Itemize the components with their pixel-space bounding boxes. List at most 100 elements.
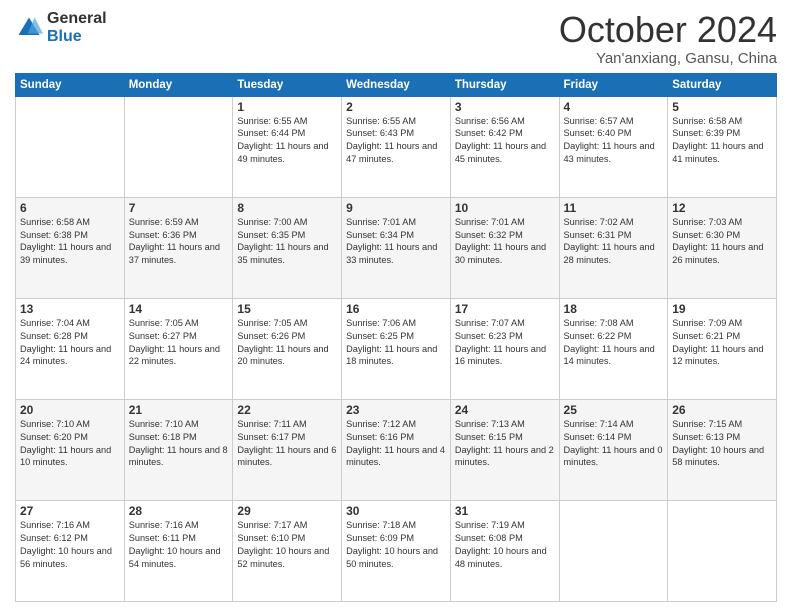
title-month: October 2024 <box>559 10 777 50</box>
col-thursday: Thursday <box>450 73 559 96</box>
table-row: 23Sunrise: 7:12 AM Sunset: 6:16 PM Dayli… <box>342 399 451 500</box>
table-row: 27Sunrise: 7:16 AM Sunset: 6:12 PM Dayli… <box>16 500 125 601</box>
day-number: 31 <box>455 504 555 518</box>
day-info: Sunrise: 6:59 AM Sunset: 6:36 PM Dayligh… <box>129 216 229 268</box>
day-number: 24 <box>455 403 555 417</box>
day-info: Sunrise: 7:11 AM Sunset: 6:17 PM Dayligh… <box>237 418 337 470</box>
day-number: 2 <box>346 100 446 114</box>
day-number: 23 <box>346 403 446 417</box>
col-tuesday: Tuesday <box>233 73 342 96</box>
table-row: 19Sunrise: 7:09 AM Sunset: 6:21 PM Dayli… <box>668 298 777 399</box>
day-info: Sunrise: 6:55 AM Sunset: 6:44 PM Dayligh… <box>237 115 337 167</box>
day-info: Sunrise: 7:12 AM Sunset: 6:16 PM Dayligh… <box>346 418 446 470</box>
table-row: 3Sunrise: 6:56 AM Sunset: 6:42 PM Daylig… <box>450 96 559 197</box>
col-wednesday: Wednesday <box>342 73 451 96</box>
table-row: 14Sunrise: 7:05 AM Sunset: 6:27 PM Dayli… <box>124 298 233 399</box>
logo-general-text: General <box>47 10 107 28</box>
table-row: 8Sunrise: 7:00 AM Sunset: 6:35 PM Daylig… <box>233 197 342 298</box>
day-info: Sunrise: 7:09 AM Sunset: 6:21 PM Dayligh… <box>672 317 772 369</box>
day-number: 22 <box>237 403 337 417</box>
day-number: 20 <box>20 403 120 417</box>
day-info: Sunrise: 7:16 AM Sunset: 6:12 PM Dayligh… <box>20 519 120 571</box>
table-row: 28Sunrise: 7:16 AM Sunset: 6:11 PM Dayli… <box>124 500 233 601</box>
table-row: 9Sunrise: 7:01 AM Sunset: 6:34 PM Daylig… <box>342 197 451 298</box>
calendar-week-2: 6Sunrise: 6:58 AM Sunset: 6:38 PM Daylig… <box>16 197 777 298</box>
day-info: Sunrise: 6:55 AM Sunset: 6:43 PM Dayligh… <box>346 115 446 167</box>
table-row <box>668 500 777 601</box>
table-row: 30Sunrise: 7:18 AM Sunset: 6:09 PM Dayli… <box>342 500 451 601</box>
day-number: 26 <box>672 403 772 417</box>
day-info: Sunrise: 7:03 AM Sunset: 6:30 PM Dayligh… <box>672 216 772 268</box>
day-info: Sunrise: 7:18 AM Sunset: 6:09 PM Dayligh… <box>346 519 446 571</box>
day-info: Sunrise: 7:01 AM Sunset: 6:34 PM Dayligh… <box>346 216 446 268</box>
table-row <box>16 96 125 197</box>
logo: General Blue <box>15 10 107 45</box>
day-info: Sunrise: 7:06 AM Sunset: 6:25 PM Dayligh… <box>346 317 446 369</box>
table-row: 16Sunrise: 7:06 AM Sunset: 6:25 PM Dayli… <box>342 298 451 399</box>
table-row: 18Sunrise: 7:08 AM Sunset: 6:22 PM Dayli… <box>559 298 668 399</box>
day-info: Sunrise: 7:10 AM Sunset: 6:18 PM Dayligh… <box>129 418 229 470</box>
page: General Blue October 2024 Yan'anxiang, G… <box>0 0 792 612</box>
day-info: Sunrise: 6:58 AM Sunset: 6:39 PM Dayligh… <box>672 115 772 167</box>
day-number: 6 <box>20 201 120 215</box>
logo-blue-text: Blue <box>47 28 107 46</box>
calendar-week-3: 13Sunrise: 7:04 AM Sunset: 6:28 PM Dayli… <box>16 298 777 399</box>
day-number: 3 <box>455 100 555 114</box>
calendar-table: Sunday Monday Tuesday Wednesday Thursday… <box>15 73 777 602</box>
table-row: 25Sunrise: 7:14 AM Sunset: 6:14 PM Dayli… <box>559 399 668 500</box>
calendar-week-4: 20Sunrise: 7:10 AM Sunset: 6:20 PM Dayli… <box>16 399 777 500</box>
day-info: Sunrise: 7:05 AM Sunset: 6:26 PM Dayligh… <box>237 317 337 369</box>
day-number: 19 <box>672 302 772 316</box>
day-info: Sunrise: 6:56 AM Sunset: 6:42 PM Dayligh… <box>455 115 555 167</box>
logo-icon <box>15 14 43 42</box>
table-row: 24Sunrise: 7:13 AM Sunset: 6:15 PM Dayli… <box>450 399 559 500</box>
table-row: 21Sunrise: 7:10 AM Sunset: 6:18 PM Dayli… <box>124 399 233 500</box>
calendar-week-5: 27Sunrise: 7:16 AM Sunset: 6:12 PM Dayli… <box>16 500 777 601</box>
table-row <box>559 500 668 601</box>
day-number: 18 <box>564 302 664 316</box>
title-location: Yan'anxiang, Gansu, China <box>559 50 777 67</box>
day-info: Sunrise: 6:57 AM Sunset: 6:40 PM Dayligh… <box>564 115 664 167</box>
logo-text: General Blue <box>47 10 107 45</box>
day-info: Sunrise: 7:07 AM Sunset: 6:23 PM Dayligh… <box>455 317 555 369</box>
calendar-week-1: 1Sunrise: 6:55 AM Sunset: 6:44 PM Daylig… <box>16 96 777 197</box>
day-number: 28 <box>129 504 229 518</box>
day-info: Sunrise: 7:17 AM Sunset: 6:10 PM Dayligh… <box>237 519 337 571</box>
day-info: Sunrise: 7:19 AM Sunset: 6:08 PM Dayligh… <box>455 519 555 571</box>
day-info: Sunrise: 7:05 AM Sunset: 6:27 PM Dayligh… <box>129 317 229 369</box>
table-row: 6Sunrise: 6:58 AM Sunset: 6:38 PM Daylig… <box>16 197 125 298</box>
col-friday: Friday <box>559 73 668 96</box>
table-row: 5Sunrise: 6:58 AM Sunset: 6:39 PM Daylig… <box>668 96 777 197</box>
table-row: 10Sunrise: 7:01 AM Sunset: 6:32 PM Dayli… <box>450 197 559 298</box>
day-info: Sunrise: 6:58 AM Sunset: 6:38 PM Dayligh… <box>20 216 120 268</box>
day-info: Sunrise: 7:08 AM Sunset: 6:22 PM Dayligh… <box>564 317 664 369</box>
day-info: Sunrise: 7:15 AM Sunset: 6:13 PM Dayligh… <box>672 418 772 470</box>
day-number: 16 <box>346 302 446 316</box>
table-row: 1Sunrise: 6:55 AM Sunset: 6:44 PM Daylig… <box>233 96 342 197</box>
day-info: Sunrise: 7:02 AM Sunset: 6:31 PM Dayligh… <box>564 216 664 268</box>
day-number: 12 <box>672 201 772 215</box>
day-number: 4 <box>564 100 664 114</box>
day-number: 14 <box>129 302 229 316</box>
day-number: 7 <box>129 201 229 215</box>
day-number: 30 <box>346 504 446 518</box>
col-sunday: Sunday <box>16 73 125 96</box>
day-info: Sunrise: 7:04 AM Sunset: 6:28 PM Dayligh… <box>20 317 120 369</box>
day-info: Sunrise: 7:00 AM Sunset: 6:35 PM Dayligh… <box>237 216 337 268</box>
table-row: 17Sunrise: 7:07 AM Sunset: 6:23 PM Dayli… <box>450 298 559 399</box>
table-row: 31Sunrise: 7:19 AM Sunset: 6:08 PM Dayli… <box>450 500 559 601</box>
day-number: 11 <box>564 201 664 215</box>
table-row: 12Sunrise: 7:03 AM Sunset: 6:30 PM Dayli… <box>668 197 777 298</box>
table-row: 29Sunrise: 7:17 AM Sunset: 6:10 PM Dayli… <box>233 500 342 601</box>
day-number: 17 <box>455 302 555 316</box>
day-info: Sunrise: 7:16 AM Sunset: 6:11 PM Dayligh… <box>129 519 229 571</box>
table-row: 7Sunrise: 6:59 AM Sunset: 6:36 PM Daylig… <box>124 197 233 298</box>
table-row: 26Sunrise: 7:15 AM Sunset: 6:13 PM Dayli… <box>668 399 777 500</box>
day-info: Sunrise: 7:13 AM Sunset: 6:15 PM Dayligh… <box>455 418 555 470</box>
day-number: 27 <box>20 504 120 518</box>
col-monday: Monday <box>124 73 233 96</box>
table-row: 11Sunrise: 7:02 AM Sunset: 6:31 PM Dayli… <box>559 197 668 298</box>
day-number: 10 <box>455 201 555 215</box>
day-number: 21 <box>129 403 229 417</box>
title-block: October 2024 Yan'anxiang, Gansu, China <box>559 10 777 67</box>
